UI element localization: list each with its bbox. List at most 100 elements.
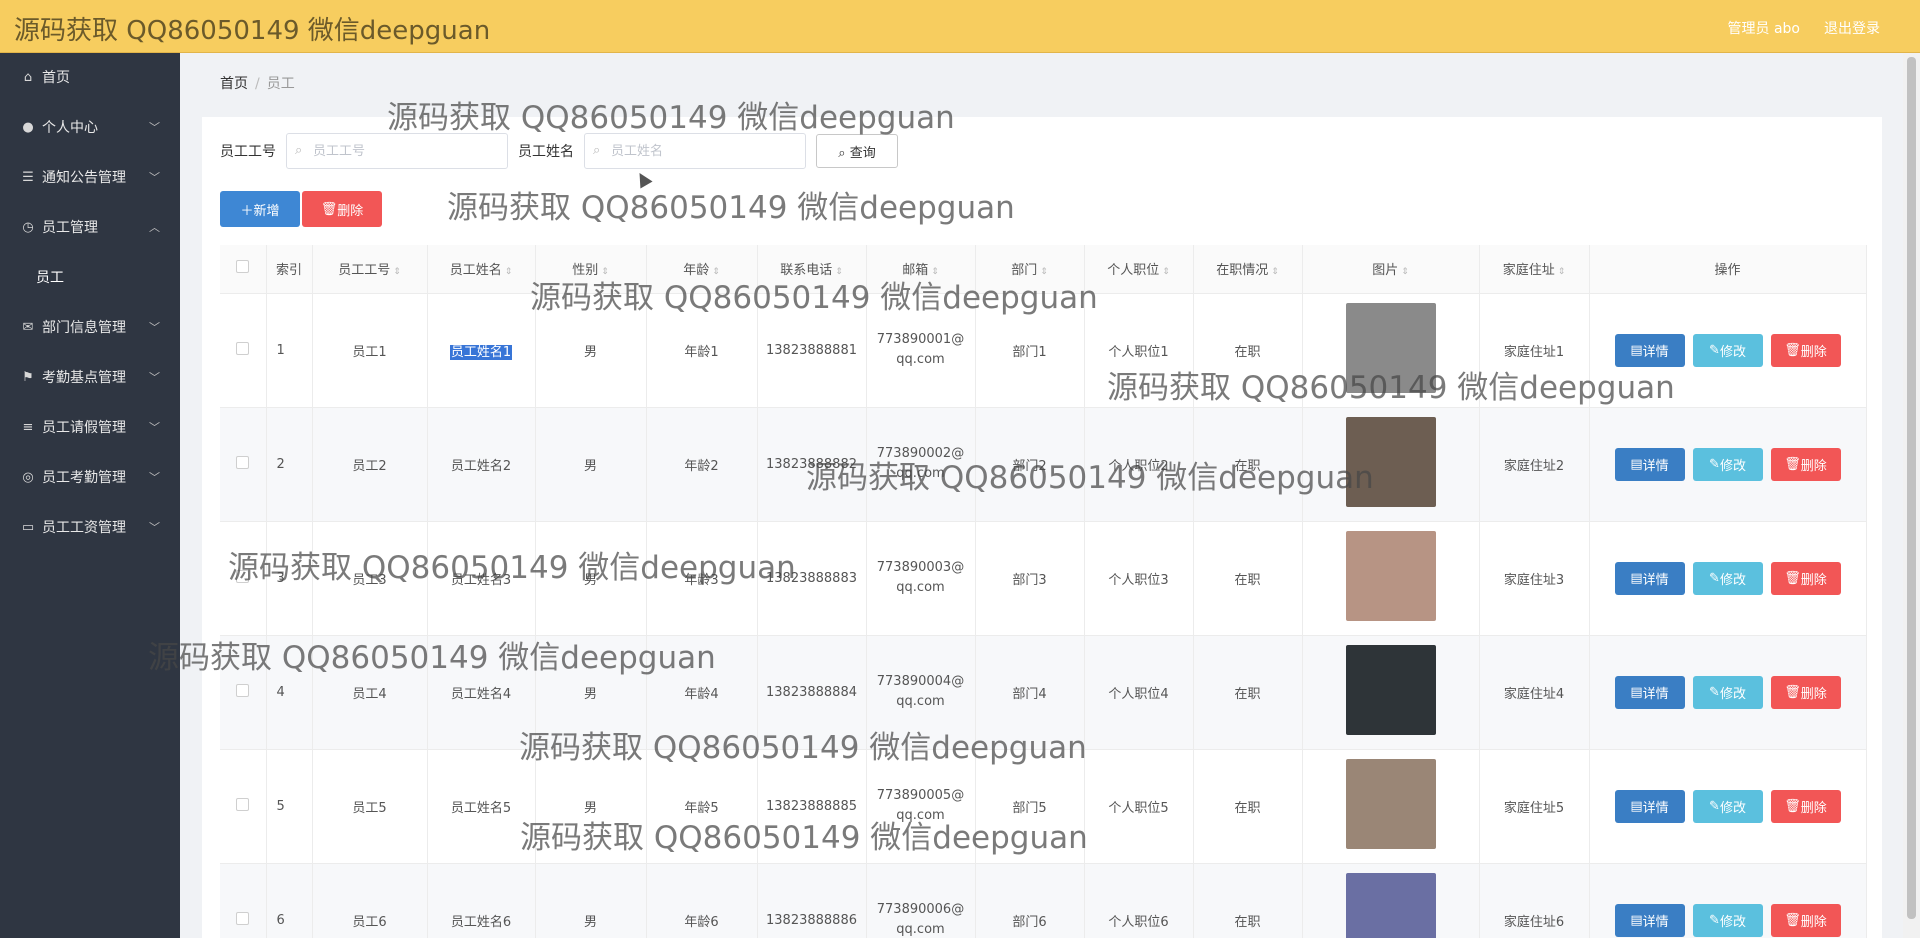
sidebar-subitem-employee[interactable]: 员工: [0, 253, 180, 303]
sort-icon[interactable]: ⇕: [1271, 267, 1279, 277]
col-position[interactable]: 个人职位 ⇕: [1084, 245, 1194, 294]
detail-button[interactable]: ▤ 详情: [1614, 675, 1685, 709]
sort-icon[interactable]: ⇕: [601, 267, 609, 277]
col-name[interactable]: 员工姓名 ⇕: [427, 245, 536, 294]
employee-photo[interactable]: [1345, 417, 1436, 507]
table-row[interactable]: 3 员工3 员工姓名3 男年龄3 13823888883 773890003@qq.com…: [220, 521, 1867, 636]
sidebar-item-salary[interactable]: ▭ 员工工资管理 ﹀: [0, 503, 180, 553]
delete-button[interactable]: 🗑 删除: [1770, 789, 1841, 823]
table-row[interactable]: 5 员工5 员工姓名5 男年龄5 13823888885 773890005@qq.com…: [220, 749, 1867, 864]
row-checkbox[interactable]: [236, 797, 250, 811]
sort-icon[interactable]: ⇕: [393, 267, 401, 277]
employee-photo[interactable]: [1345, 303, 1436, 393]
sidebar-item-notices[interactable]: ☰ 通知公告管理 ﹀: [0, 153, 180, 203]
add-button[interactable]: ＋ 新增: [220, 191, 300, 227]
col-status[interactable]: 在职情况 ⇕: [1193, 245, 1303, 294]
edit-button[interactable]: ✎ 修改: [1692, 561, 1763, 595]
row-select-cell[interactable]: [220, 749, 267, 864]
logout-link[interactable]: 退出登录: [1824, 18, 1880, 38]
detail-button[interactable]: ▤ 详情: [1614, 561, 1685, 595]
row-select-cell[interactable]: [220, 635, 267, 750]
edit-button[interactable]: ✎ 修改: [1692, 903, 1763, 937]
sidebar-item-profile[interactable]: ● 个人中心 ﹀: [0, 103, 180, 153]
query-button[interactable]: ⌕ 查询: [816, 134, 898, 168]
sidebar-item-home[interactable]: ⌂ 首页: [0, 53, 180, 103]
breadcrumb-separator: /: [255, 76, 260, 92]
row-select-cell[interactable]: [220, 293, 267, 408]
select-all-checkbox[interactable]: [236, 260, 250, 274]
row-checkbox[interactable]: [236, 455, 250, 469]
sort-icon[interactable]: ⇕: [712, 267, 720, 277]
emp-no-input[interactable]: [313, 134, 503, 168]
employee-photo[interactable]: [1345, 531, 1436, 621]
cell-phone: 13823888883: [757, 521, 867, 636]
sort-icon[interactable]: ⇕: [1040, 267, 1048, 277]
cell-gender: 男: [535, 635, 647, 750]
row-select-cell[interactable]: [220, 863, 267, 938]
col-email[interactable]: 邮箱 ⇕: [866, 245, 976, 294]
row-checkbox[interactable]: [236, 683, 250, 697]
employee-photo[interactable]: [1345, 645, 1436, 735]
breadcrumb-home[interactable]: 首页: [220, 76, 248, 92]
delete-button[interactable]: 🗑 删除: [1770, 675, 1841, 709]
detail-button[interactable]: ▤ 详情: [1614, 447, 1685, 481]
sidebar-item-departments[interactable]: ✉ 部门信息管理 ﹀: [0, 303, 180, 353]
cell-name: 员工姓名6: [427, 863, 536, 938]
sort-icon[interactable]: ⇕: [505, 267, 513, 277]
cell-index: 5: [266, 749, 313, 864]
vertical-scrollbar[interactable]: [1903, 53, 1920, 938]
col-phone[interactable]: 联系电话 ⇕: [757, 245, 867, 294]
row-checkbox[interactable]: [236, 341, 250, 355]
cell-address: 家庭住址2: [1479, 407, 1590, 522]
col-gender[interactable]: 性别 ⇕: [535, 245, 647, 294]
row-select-cell[interactable]: [220, 521, 267, 636]
cell-gender: 男: [535, 863, 647, 938]
edit-button[interactable]: ✎ 修改: [1692, 333, 1763, 367]
sort-icon[interactable]: ⇕: [1401, 267, 1409, 277]
employee-photo[interactable]: [1345, 759, 1436, 849]
detail-button[interactable]: ▤ 详情: [1614, 333, 1685, 367]
delete-button[interactable]: 🗑 删除: [1770, 333, 1841, 367]
sidebar-item-attendance-points[interactable]: ⚑ 考勤基点管理 ﹀: [0, 353, 180, 403]
sidebar-item-label: 个人中心: [42, 120, 98, 136]
table-row[interactable]: 1 员工1 员工姓名1 男年龄1 13823888881 773890001@qq.com…: [220, 293, 1867, 408]
row-checkbox[interactable]: [236, 569, 250, 583]
emp-name-input[interactable]: [611, 134, 801, 168]
batch-delete-button[interactable]: 🗑 删除: [302, 191, 382, 227]
table-row[interactable]: 6 员工6 员工姓名6 男年龄6 13823888886 773890006@qq.com…: [220, 863, 1867, 938]
col-photo[interactable]: 图片 ⇕: [1302, 245, 1480, 294]
sidebar-item-attendance[interactable]: ◎ 员工考勤管理 ﹀: [0, 453, 180, 503]
delete-button[interactable]: 🗑 删除: [1770, 903, 1841, 937]
sort-icon[interactable]: ⇕: [931, 267, 939, 277]
col-emp-no[interactable]: 员工工号 ⇕: [312, 245, 428, 294]
sort-icon[interactable]: ⇕: [1162, 267, 1170, 277]
delete-label: 删除: [1800, 686, 1827, 702]
sidebar-item-leave[interactable]: ≡ 员工请假管理 ﹀: [0, 403, 180, 453]
col-age[interactable]: 年龄 ⇕: [646, 245, 758, 294]
cell-position: 个人职位2: [1084, 407, 1194, 522]
email-text: 773890002@qq.com: [876, 446, 965, 481]
detail-button[interactable]: ▤ 详情: [1614, 903, 1685, 937]
sidebar-item-label: 首页: [42, 70, 70, 86]
select-all-cell[interactable]: [220, 245, 267, 294]
col-dept[interactable]: 部门 ⇕: [975, 245, 1085, 294]
table-row[interactable]: 2 员工2 员工姓名2 男年龄2 13823888882 773890002@qq.com…: [220, 407, 1867, 522]
employee-photo[interactable]: [1345, 873, 1436, 938]
cell-index: 3: [266, 521, 313, 636]
sidebar-item-employees[interactable]: ◷ 员工管理 ︿: [0, 203, 180, 253]
scrollbar-thumb[interactable]: [1907, 57, 1916, 919]
detail-button[interactable]: ▤ 详情: [1614, 789, 1685, 823]
cell-dept: 部门1: [975, 293, 1085, 408]
delete-button[interactable]: 🗑 删除: [1770, 561, 1841, 595]
sort-icon[interactable]: ⇕: [1558, 267, 1566, 277]
edit-button[interactable]: ✎ 修改: [1692, 447, 1763, 481]
edit-button[interactable]: ✎ 修改: [1692, 789, 1763, 823]
delete-button[interactable]: 🗑 删除: [1770, 447, 1841, 481]
table-row[interactable]: 4 员工4 员工姓名4 男年龄4 13823888884 773890004@qq.com…: [220, 635, 1867, 750]
row-checkbox[interactable]: [236, 911, 250, 925]
row-select-cell[interactable]: [220, 407, 267, 522]
edit-button[interactable]: ✎ 修改: [1692, 675, 1763, 709]
sort-icon[interactable]: ⇕: [835, 267, 843, 277]
cell-dept: 部门5: [975, 749, 1085, 864]
col-address[interactable]: 家庭住址 ⇕: [1479, 245, 1590, 294]
